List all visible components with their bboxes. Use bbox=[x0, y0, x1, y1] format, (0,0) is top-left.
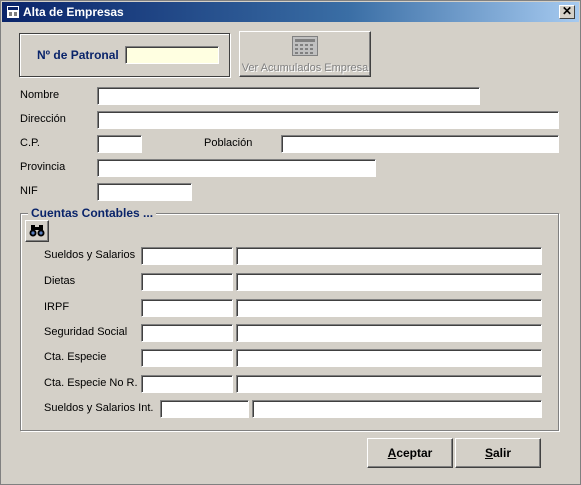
patronal-label: Nº de Patronal bbox=[37, 48, 119, 62]
cuenta-label-dietas: Dietas bbox=[44, 275, 76, 287]
calculator-icon bbox=[292, 36, 318, 56]
cuenta-label-especie-no-r: Cta. Especie No R. bbox=[44, 377, 138, 389]
aceptar-hotkey: A bbox=[387, 446, 397, 460]
cuentas-contables-title: Cuentas Contables ... bbox=[28, 206, 157, 220]
cuenta-code-seguridad-social[interactable] bbox=[141, 324, 233, 342]
cuenta-desc-especie-no-r[interactable] bbox=[236, 375, 542, 393]
cuenta-label-sueldos: Sueldos y Salarios bbox=[44, 249, 136, 261]
ver-acumulados-button[interactable]: Ver Acumulados Empresa bbox=[239, 31, 371, 77]
provincia-input[interactable] bbox=[97, 159, 376, 177]
salir-button[interactable]: Salir bbox=[455, 438, 541, 468]
provincia-label: Provincia bbox=[20, 161, 66, 173]
salir-label: alir bbox=[493, 446, 512, 460]
close-icon: ✕ bbox=[561, 4, 573, 18]
direccion-input[interactable] bbox=[97, 111, 559, 129]
binoculars-icon bbox=[29, 225, 45, 237]
close-button[interactable]: ✕ bbox=[559, 5, 575, 19]
cuenta-desc-especie[interactable] bbox=[236, 349, 542, 367]
cuenta-code-sueldos-int[interactable] bbox=[160, 400, 249, 418]
app-icon bbox=[7, 6, 19, 18]
cuenta-code-sueldos[interactable] bbox=[141, 247, 233, 265]
poblacion-label: Población bbox=[204, 137, 253, 149]
nif-label: NIF bbox=[20, 185, 38, 197]
direccion-label: Dirección bbox=[20, 113, 66, 125]
cuenta-desc-sueldos-int[interactable] bbox=[252, 400, 542, 418]
nombre-input[interactable] bbox=[97, 87, 480, 105]
nombre-label: Nombre bbox=[20, 89, 60, 101]
cuenta-code-dietas[interactable] bbox=[141, 273, 233, 291]
cuenta-desc-irpf[interactable] bbox=[236, 299, 542, 317]
aceptar-button[interactable]: Aceptar bbox=[367, 438, 453, 468]
cp-label: C.P. bbox=[20, 137, 40, 149]
cuenta-code-especie[interactable] bbox=[141, 349, 233, 367]
cuenta-label-seguridad-social: Seguridad Social bbox=[44, 326, 128, 338]
alta-empresas-window: Alta de Empresas ✕ Nº de Patronal Ver Ac… bbox=[0, 0, 581, 485]
ver-acumulados-label: Ver Acumulados Empresa bbox=[241, 62, 369, 74]
patronal-input[interactable] bbox=[125, 46, 219, 64]
nif-input[interactable] bbox=[97, 183, 192, 201]
poblacion-input[interactable] bbox=[281, 135, 559, 153]
window-title: Alta de Empresas bbox=[23, 5, 124, 19]
cuenta-desc-sueldos[interactable] bbox=[236, 247, 542, 265]
search-cuentas-button[interactable] bbox=[25, 220, 49, 242]
title-bar[interactable]: Alta de Empresas ✕ bbox=[2, 2, 579, 22]
cuenta-code-irpf[interactable] bbox=[141, 299, 233, 317]
cuenta-desc-dietas[interactable] bbox=[236, 273, 542, 291]
cuenta-desc-seguridad-social[interactable] bbox=[236, 324, 542, 342]
cuenta-label-sueldos-int: Sueldos y Salarios Int. bbox=[44, 402, 154, 414]
cuentas-contables-group bbox=[20, 213, 559, 431]
cuenta-code-especie-no-r[interactable] bbox=[141, 375, 233, 393]
cuenta-label-irpf: IRPF bbox=[44, 301, 70, 313]
aceptar-label: ceptar bbox=[396, 446, 433, 460]
cp-input[interactable] bbox=[97, 135, 142, 153]
salir-hotkey: S bbox=[484, 446, 493, 460]
cuenta-label-especie: Cta. Especie bbox=[44, 351, 107, 363]
